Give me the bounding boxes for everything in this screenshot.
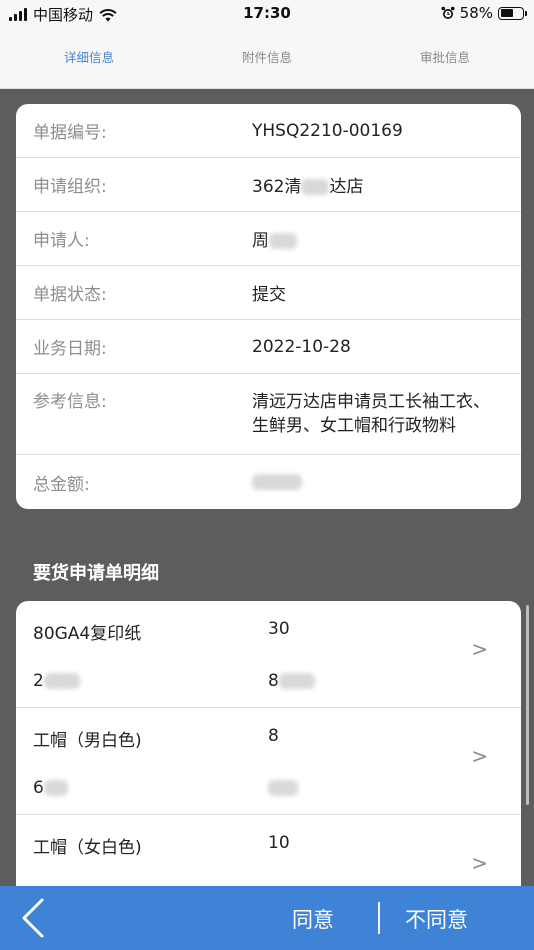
content-area[interactable]: 单据编号: YHSQ2210-00169 申请组织: 362清 达店 申请人: 周… xyxy=(0,89,534,886)
date-value: 2022-10-28 xyxy=(252,336,351,357)
scrollbar[interactable] xyxy=(526,605,529,805)
item-sub2-text: 8 xyxy=(268,671,279,691)
blurred-text xyxy=(301,179,330,195)
doc-no-value: YHSQ2210-00169 xyxy=(252,120,403,141)
status-value: 提交 xyxy=(252,285,286,305)
detail-item[interactable]: 工帽（男白色) 8 6 > xyxy=(16,708,521,815)
alarm-icon xyxy=(441,6,455,19)
tab-details[interactable]: 详细信息 xyxy=(0,27,178,88)
blurred-text xyxy=(43,673,80,689)
bottom-action-bar: 同意 不同意 xyxy=(0,886,534,950)
chevron-right-icon[interactable]: > xyxy=(471,851,488,875)
divider xyxy=(378,902,380,934)
reference-label: 参考信息: xyxy=(33,392,107,412)
status-bar: 中国移动 17:30 58% xyxy=(0,0,534,27)
detail-item[interactable]: 80GA4复印纸 30 2 8 > xyxy=(16,601,521,708)
info-card: 单据编号: YHSQ2210-00169 申请组织: 362清 达店 申请人: 周… xyxy=(16,104,521,509)
row-reference: 参考信息: 清远万达店申请员工长袖工衣、生鲜男、女工帽和行政物料 xyxy=(16,374,521,455)
row-date: 业务日期: 2022-10-28 xyxy=(16,320,521,374)
detail-section-title: 要货申请单明细 xyxy=(33,563,159,584)
item-name: 工帽（男白色) xyxy=(33,731,142,751)
org-value-suffix: 达店 xyxy=(329,177,364,197)
total-value xyxy=(252,472,521,492)
item-qty: 30 xyxy=(268,619,290,639)
blurred-text xyxy=(268,780,298,796)
reference-value: 清远万达店申请员工长袖工衣、生鲜男、女工帽和行政物料 xyxy=(252,392,490,436)
blurred-text xyxy=(278,673,315,689)
applicant-name: 周 xyxy=(252,231,269,251)
blurred-text xyxy=(269,233,297,249)
org-value: 362清 达店 xyxy=(252,172,521,197)
blurred-text xyxy=(43,780,68,796)
org-value-prefix: 362清 xyxy=(252,177,302,197)
tab-bar: 详细信息 附件信息 审批信息 xyxy=(0,27,534,89)
detail-item[interactable]: 工帽（女白色) 10 > xyxy=(16,815,521,886)
row-total: 总金额: xyxy=(16,455,521,509)
battery-percent: 58% xyxy=(459,4,493,22)
item-qty: 10 xyxy=(268,833,290,853)
status-right: 58% xyxy=(441,4,527,22)
item-name: 工帽（女白色) xyxy=(33,838,142,858)
chevron-left-icon[interactable] xyxy=(18,898,52,938)
row-status: 单据状态: 提交 xyxy=(16,266,521,320)
date-label: 业务日期: xyxy=(33,339,107,359)
row-applicant: 申请人: 周 xyxy=(16,212,521,266)
doc-no-label: 单据编号: xyxy=(33,123,107,143)
applicant-value: 周 xyxy=(252,226,521,251)
item-sub1: 6 xyxy=(33,778,68,798)
status-label: 单据状态: xyxy=(33,285,107,305)
disagree-button[interactable]: 不同意 xyxy=(405,904,468,934)
tab-approval[interactable]: 审批信息 xyxy=(356,27,534,88)
tab-attachments[interactable]: 附件信息 xyxy=(178,27,356,88)
battery-level-fill xyxy=(500,9,513,17)
agree-button[interactable]: 同意 xyxy=(292,904,334,934)
battery-icon xyxy=(498,6,527,20)
item-sub2: 8 xyxy=(268,671,315,691)
blurred-text xyxy=(252,474,302,490)
item-qty: 8 xyxy=(268,726,279,746)
item-sub1: 2 xyxy=(33,671,80,691)
chevron-right-icon[interactable]: > xyxy=(471,744,488,768)
applicant-label: 申请人: xyxy=(33,231,90,251)
item-sub1-text: 2 xyxy=(33,671,44,691)
item-name: 80GA4复印纸 xyxy=(33,624,142,644)
item-sub1-text: 6 xyxy=(33,778,44,798)
item-sub2 xyxy=(268,778,298,798)
row-doc-no: 单据编号: YHSQ2210-00169 xyxy=(16,104,521,158)
detail-card: 80GA4复印纸 30 2 8 > 工帽（男白色) 8 6 > 工帽（女白色) … xyxy=(16,601,521,886)
chevron-right-icon[interactable]: > xyxy=(471,637,488,661)
row-org: 申请组织: 362清 达店 xyxy=(16,158,521,212)
total-label: 总金额: xyxy=(33,474,90,495)
org-label: 申请组织: xyxy=(33,177,107,197)
